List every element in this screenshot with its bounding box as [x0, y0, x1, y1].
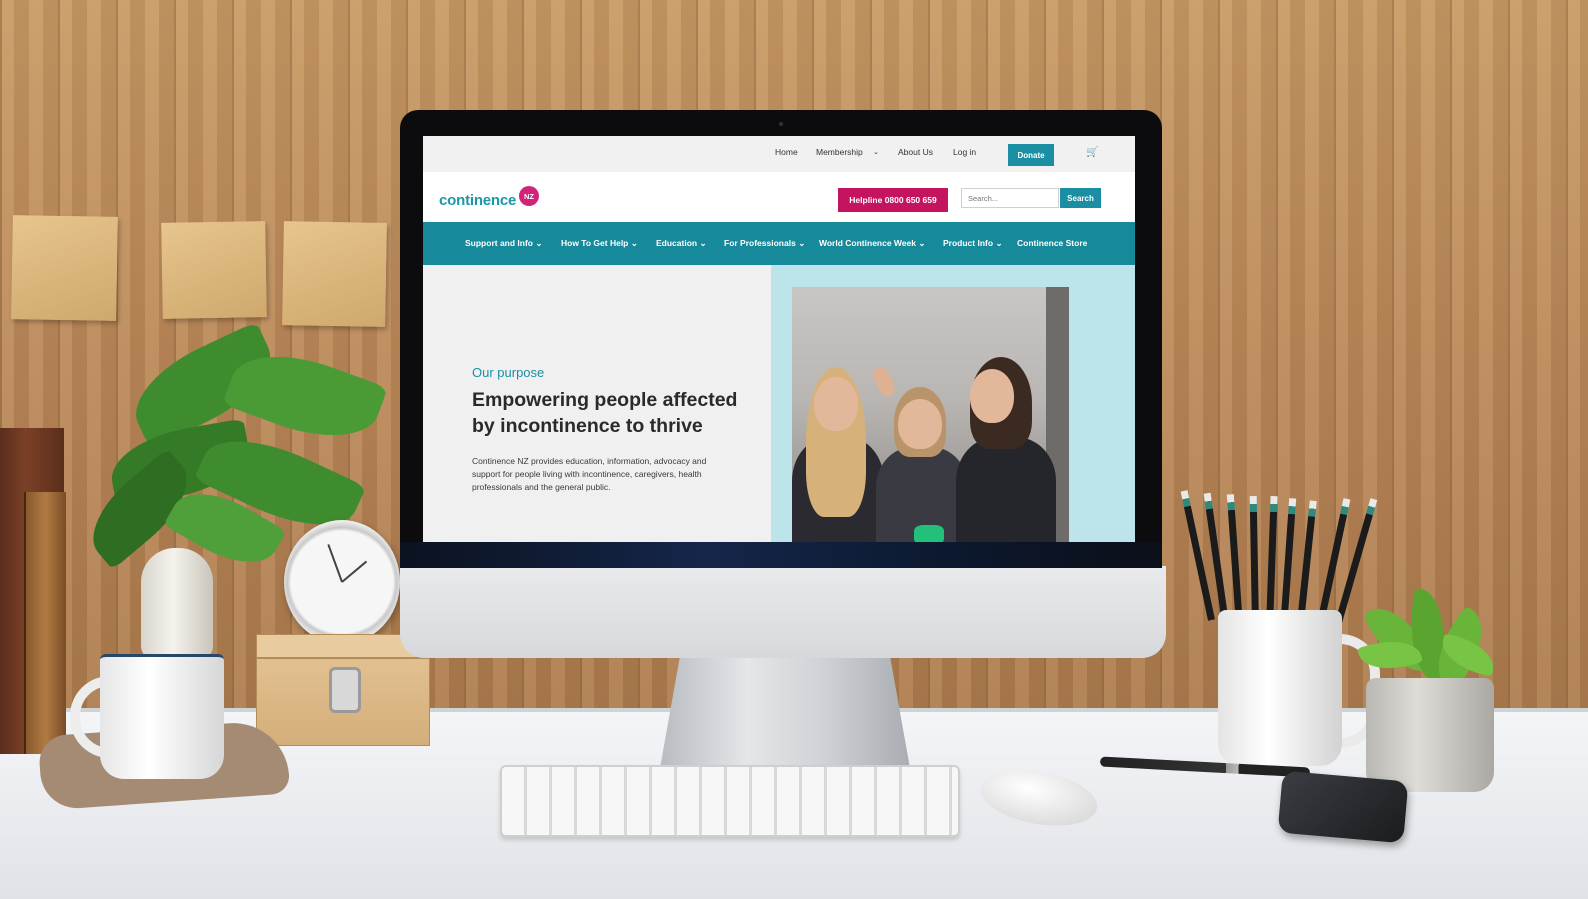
nav-item-label: How To Get Help: [561, 238, 629, 248]
vase: [141, 548, 213, 660]
chevron-down-icon: ⌄: [873, 149, 879, 156]
hero-text-panel: Our purpose Empowering people affected b…: [423, 265, 771, 542]
desktop-wallpaper-strip: [400, 542, 1162, 568]
sticky-note: [11, 215, 118, 321]
donate-button[interactable]: Donate: [1008, 144, 1054, 166]
chevron-down-icon: ⌄: [798, 238, 806, 248]
nav-link-membership[interactable]: Membership: [816, 147, 863, 157]
nav-item-education[interactable]: Education ⌄: [656, 238, 707, 249]
clock-icon: [284, 520, 400, 644]
logo-badge: NZ: [519, 186, 539, 206]
camera-icon: [779, 122, 783, 126]
search-button[interactable]: Search: [1060, 188, 1101, 208]
website-screen: Home Membership ⌄ About Us Log in Donate…: [423, 136, 1135, 542]
nav-item-label: Support and Info: [465, 238, 533, 248]
sticky-note: [161, 221, 267, 319]
coffee-mug: [100, 654, 224, 779]
chevron-down-icon: ⌄: [630, 238, 638, 248]
chevron-down-icon: ⌄: [535, 238, 543, 248]
main-nav: Support and Info ⌄ How To Get Help ⌄ Edu…: [423, 222, 1135, 265]
nav-item-label: Continence Store: [1017, 238, 1088, 248]
nav-item-label: Education: [656, 238, 698, 248]
hero-headline: Empowering people affected by incontinen…: [472, 389, 738, 438]
nav-item-label: Product Info: [943, 238, 994, 248]
nav-item-continence-store[interactable]: Continence Store: [1017, 238, 1087, 248]
logo-text: continence: [439, 192, 517, 209]
nav-item-support-and-info[interactable]: Support and Info ⌄: [465, 238, 543, 249]
hero-eyebrow: Our purpose: [472, 365, 545, 380]
pencil-mug: [1218, 610, 1342, 766]
monitor-stand: [660, 656, 910, 768]
nav-item-label: World Continence Week: [819, 238, 916, 248]
keyboard: [500, 765, 960, 837]
hero-description: Continence NZ provides education, inform…: [472, 456, 707, 493]
nav-item-world-continence-week[interactable]: World Continence Week ⌄: [819, 238, 925, 249]
nav-item-product-info[interactable]: Product Info ⌄: [943, 238, 1003, 249]
monitor-chin: [400, 566, 1166, 658]
sticky-note: [282, 221, 387, 327]
plant-pot: [1366, 678, 1494, 792]
chevron-down-icon: ⌄: [699, 238, 707, 248]
helpline-button[interactable]: Helpline 0800 650 659: [838, 188, 948, 212]
site-header: continence NZ Helpline 0800 650 659 Sear…: [423, 172, 1135, 222]
nav-link-home[interactable]: Home: [775, 147, 798, 157]
wooden-box: [256, 634, 430, 746]
nav-item-label: For Professionals: [724, 238, 796, 248]
book: [24, 492, 66, 754]
nav-item-for-professionals[interactable]: For Professionals ⌄: [724, 238, 805, 249]
top-bar: Home Membership ⌄ About Us Log in Donate…: [423, 136, 1135, 172]
nav-item-how-to-get-help[interactable]: How To Get Help ⌄: [561, 238, 638, 249]
chevron-down-icon: ⌄: [918, 238, 926, 248]
search-input[interactable]: [961, 188, 1059, 208]
smartphone: [1277, 770, 1409, 844]
nav-link-about-us[interactable]: About Us: [898, 147, 933, 157]
chevron-down-icon: ⌄: [995, 238, 1003, 248]
nav-link-log-in[interactable]: Log in: [953, 147, 976, 157]
hero-photo: [792, 287, 1069, 542]
cart-icon[interactable]: 🛒: [1086, 147, 1098, 158]
